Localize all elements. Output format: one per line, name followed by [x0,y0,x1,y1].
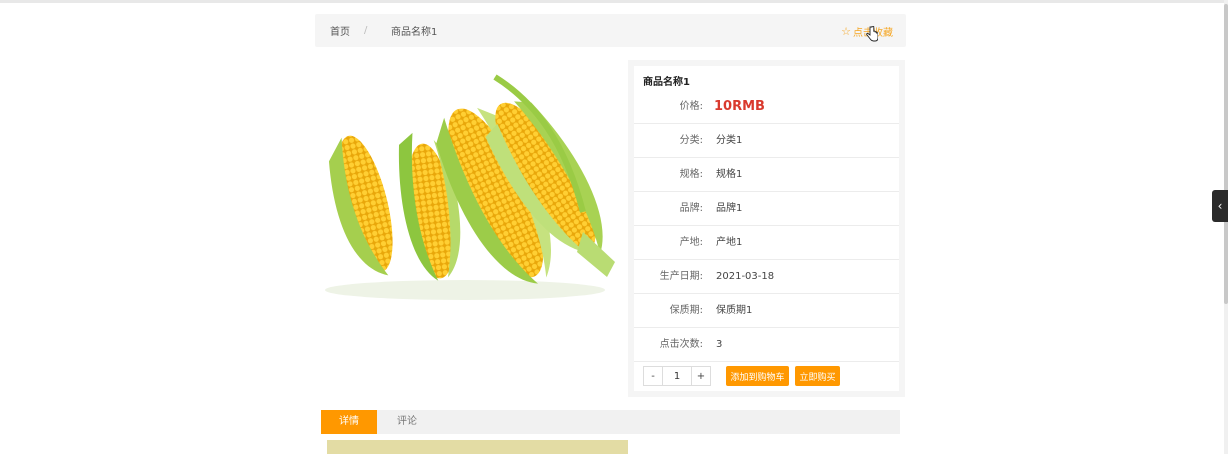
scrollbar[interactable] [1224,0,1228,454]
info-label: 规格: [679,169,703,180]
side-panel-toggle[interactable]: ‹ [1212,190,1228,222]
info-row-brand: 品牌: 品牌1 [634,192,899,226]
info-value: 品牌1 [716,203,743,214]
breadcrumb-separator: / [364,25,368,36]
quantity-input[interactable]: 1 [663,366,691,386]
info-label: 生产日期: [659,271,703,282]
info-label: 价格: [679,101,703,112]
info-label: 点击次数: [659,339,703,350]
info-row-spec: 规格: 规格1 [634,158,899,192]
info-value: 保质期1 [716,305,753,316]
price-value: 10RMB [714,99,765,114]
info-row-click-count: 点击次数: 3 [634,328,899,362]
chevron-left-icon: ‹ [1217,199,1223,213]
breadcrumb-current: 商品名称1 [391,27,438,38]
info-label: 保质期: [669,305,703,316]
add-to-cart-button[interactable]: 添加到购物车 [726,366,789,386]
info-value: 2021-03-18 [716,271,775,282]
product-name: 商品名称1 [643,77,690,88]
info-row-price: 价格: 10RMB [634,90,899,124]
product-info-panel: 商品名称1 价格: 10RMB 分类: 分类1 规格: 规格1 品牌: 品牌1 … [628,60,905,397]
quantity-increment-button[interactable]: + [691,366,711,386]
detail-tabs: 详情 评论 [321,410,900,434]
info-label: 分类: [679,135,703,146]
product-image [325,74,615,300]
breadcrumb: 首页 / 商品名称1 ☆ 点击收藏 [315,14,906,47]
info-value: 3 [716,339,723,350]
tab-comments[interactable]: 评论 [387,410,427,434]
detail-image [327,440,628,454]
info-label: 产地: [679,237,703,248]
breadcrumb-home-link[interactable]: 首页 [330,23,350,38]
info-value: 分类1 [716,135,743,146]
top-border [0,0,1228,3]
info-row-category: 分类: 分类1 [634,124,899,158]
buy-now-button[interactable]: 立即购买 [795,366,840,386]
product-info-card: 商品名称1 价格: 10RMB 分类: 分类1 规格: 规格1 品牌: 品牌1 … [634,66,899,391]
tab-details[interactable]: 详情 [321,410,377,434]
scrollbar-thumb[interactable] [1224,4,1228,304]
info-row-origin: 产地: 产地1 [634,226,899,260]
info-label: 品牌: [679,203,703,214]
info-row-shelf-life: 保质期: 保质期1 [634,294,899,328]
quantity-stepper: - 1 + [643,366,711,386]
info-value: 规格1 [716,169,743,180]
star-outline-icon: ☆ [841,25,851,38]
hand-cursor-icon [866,26,878,42]
info-value: 产地1 [716,237,743,248]
quantity-decrement-button[interactable]: - [643,366,663,386]
info-row-production-date: 生产日期: 2021-03-18 [634,260,899,294]
